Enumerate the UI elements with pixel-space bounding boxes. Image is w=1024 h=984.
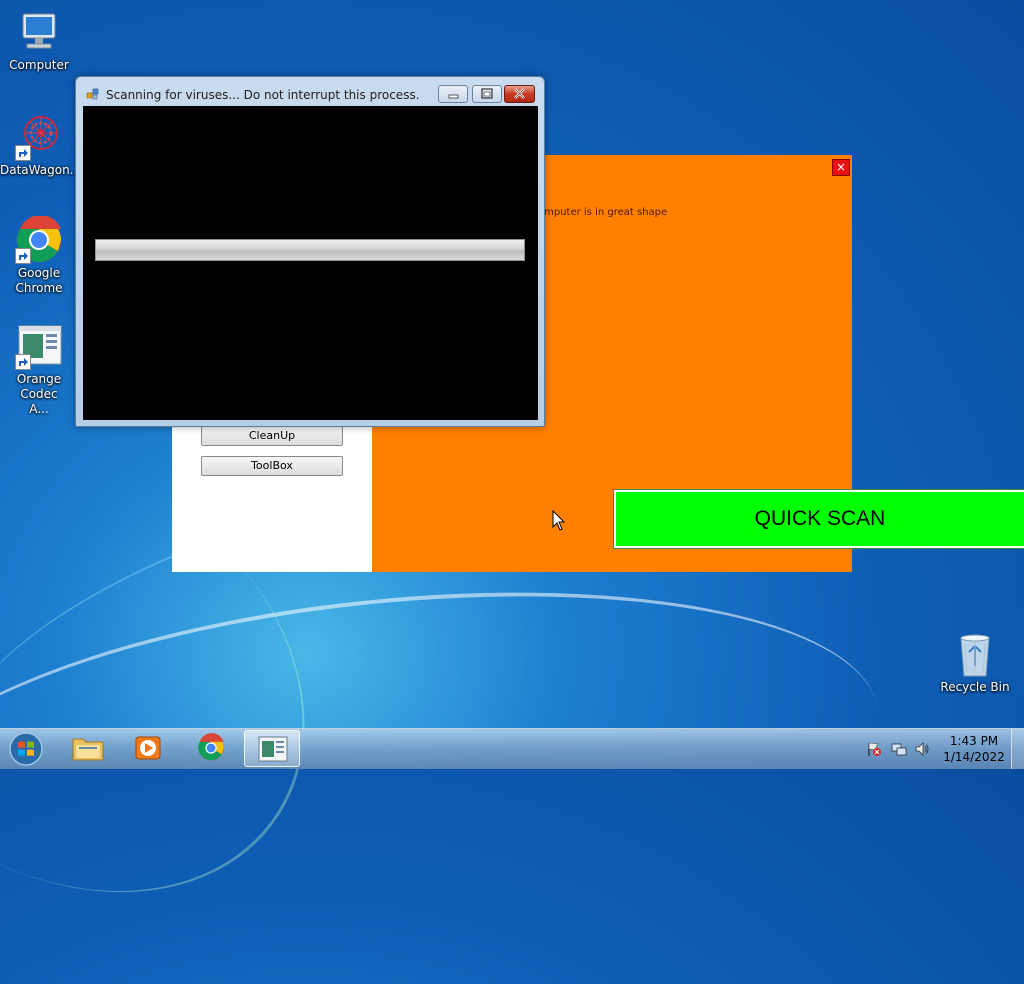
maximize-button[interactable] [472,85,502,103]
desktop-icon-label: Orange Codec A... [16,372,62,416]
taskbar-windows-media-player[interactable] [121,730,177,767]
computer-icon [15,8,63,56]
clock-time: 1:43 PM [949,734,999,748]
toolbox-button[interactable]: ToolBox [201,456,343,476]
desktop-icon-orange-codec[interactable]: Orange Codec A... [0,322,78,417]
folder-icon [72,738,104,761]
close-button[interactable] [504,85,535,103]
datawagon-icon [15,113,63,161]
cleanup-button[interactable]: CleanUp [201,426,343,446]
desktop-icon-label: Google Chrome [15,266,63,295]
start-button[interactable] [6,730,46,768]
app-close-button[interactable]: × [832,159,850,176]
scan-content-area [83,106,538,420]
windows-start-orb-icon [9,732,43,766]
desktop-icon-recycle-bin[interactable]: Recycle Bin [936,630,1014,695]
system-tray: 1:43 PM 1/14/2022 [860,729,1024,769]
chrome-icon [198,733,224,761]
app-window-icon [86,87,100,101]
scanning-window: Scanning for viruses... Do not interrupt… [75,76,545,427]
status-text: omputer is in great shape [538,207,668,218]
chrome-icon [15,214,63,264]
window-title: Scanning for viruses... Do not interrupt… [106,88,420,102]
scan-progress-bar [95,239,525,261]
shortcut-arrow-icon [15,145,31,161]
show-desktop-button[interactable] [1011,729,1024,769]
desktop-icon-datawagon[interactable]: DataWagon... [0,113,82,178]
maximize-icon [481,88,493,99]
taskbar-orange-codec-app[interactable] [244,730,300,767]
clock-date: 1/14/2022 [943,750,1005,764]
taskbar: 1:43 PM 1/14/2022 [0,728,1024,769]
media-player-icon [135,736,161,760]
desktop-icon-label: Computer [9,58,69,72]
minimize-button[interactable] [438,85,468,103]
desktop-icon-computer[interactable]: Computer [0,8,78,73]
shortcut-arrow-icon [15,354,31,370]
taskbar-windows-explorer[interactable] [60,730,116,767]
taskbar-clock[interactable]: 1:43 PM 1/14/2022 [942,733,1006,765]
volume-icon[interactable] [914,741,930,757]
desktop-icon-label: Recycle Bin [940,680,1010,694]
desktop-icon-google-chrome[interactable]: Google Chrome [0,214,78,296]
orange-codec-app-icon [15,322,63,370]
network-icon[interactable] [891,741,907,757]
mouse-cursor-icon [552,510,566,531]
quick-scan-button[interactable]: QUICK SCAN [613,489,1024,549]
minimize-icon [448,94,459,99]
action-center-flag-icon[interactable] [866,741,882,757]
orange-codec-app-icon [258,736,288,762]
recycle-bin-icon [951,630,999,678]
desktop-icon-label: DataWagon... [0,163,82,177]
shortcut-arrow-icon [15,248,31,264]
taskbar-google-chrome[interactable] [183,730,239,767]
close-icon [514,88,525,99]
